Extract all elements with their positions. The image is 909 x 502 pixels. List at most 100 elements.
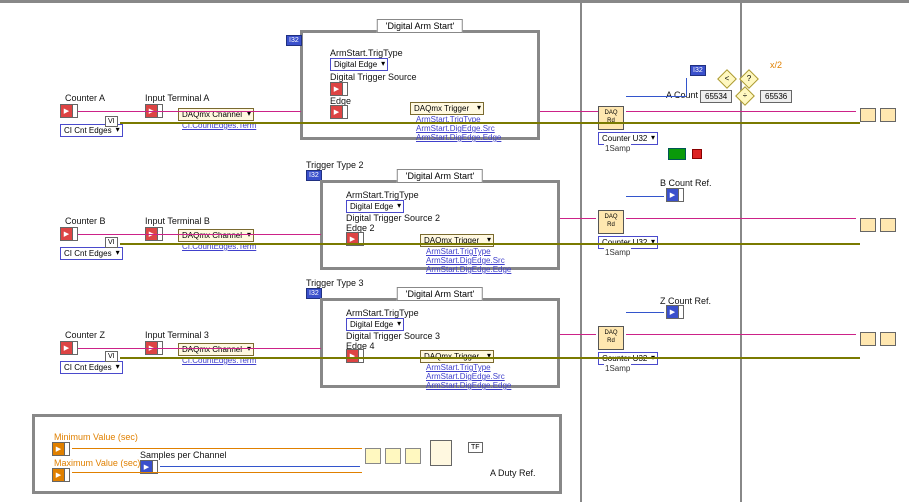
trigger-type-2-label: Trigger Type 2 <box>306 160 364 170</box>
trigger-type-3-label: Trigger Type 3 <box>306 278 364 288</box>
wire-z-task-3 <box>626 334 856 335</box>
z-count-indicator: ▶ <box>666 305 684 319</box>
ci-cnt-edges-z[interactable]: CI Cnt Edges <box>60 361 123 374</box>
samples-label: Samples per Channel <box>140 450 227 460</box>
duty-ref-label: A Duty Ref. <box>490 468 536 478</box>
i32-const-a: I32 <box>286 35 302 46</box>
b-count-indicator: ▶ <box>666 188 684 202</box>
wire-z-task-2 <box>560 334 596 335</box>
trig-source-a-label: Digital Trigger Source <box>330 72 417 82</box>
daqmx-channel-a[interactable]: DAQmx Channel <box>178 108 254 121</box>
frame-b-title: 'Digital Arm Start' <box>397 169 483 183</box>
node-2 <box>385 448 401 464</box>
digital-edge-z[interactable]: Digital Edge <box>346 318 404 331</box>
read-samp-b: 1Samp <box>604 248 631 257</box>
edge-z-control[interactable]: ▶ <box>346 349 364 363</box>
create-channel-z-vi: VI <box>105 351 118 362</box>
clear-task-b <box>860 218 876 232</box>
max-value-control[interactable]: ▶ <box>52 468 70 482</box>
i32-const-top: I32 <box>690 65 706 76</box>
diagram-canvas: Counter A ▶ CI Cnt Edges Input Terminal … <box>0 0 909 502</box>
compare-op-2: ? <box>739 69 759 89</box>
counter-b-label: Counter B <box>65 216 106 226</box>
clear-task-z <box>860 332 876 346</box>
create-channel-b-vi: VI <box>105 237 118 248</box>
trig-prop-b3: ArmStart.DigEdge.Edge <box>426 265 511 274</box>
wire-a-count-v <box>686 78 687 96</box>
error-out-a <box>880 108 896 122</box>
x-over-2: x/2 <box>770 60 782 70</box>
trig-prop-z3: ArmStart.DigEdge.Edge <box>426 381 511 390</box>
divide-op: ÷ <box>735 86 755 106</box>
trig-source-b-label: Digital Trigger Source 2 <box>346 213 440 223</box>
compare-op-1: < <box>717 69 737 89</box>
trig-prop-a3: ArmStart.DigEdge.Edge <box>416 133 501 142</box>
clear-task-a <box>860 108 876 122</box>
stop-a <box>692 149 702 159</box>
input-terminal-z-label: Input Terminal 3 <box>145 330 209 340</box>
trig-prop-z1: ArmStart.TrigType <box>426 363 491 372</box>
digital-edge-b[interactable]: Digital Edge <box>346 200 404 213</box>
trig-source-a-control[interactable]: ▶ <box>330 82 348 96</box>
wire-a-error <box>120 122 860 124</box>
daqmx-read-b: DAQRd <box>598 210 624 234</box>
bottom-frame <box>32 414 562 494</box>
wire-b-task-1 <box>78 234 321 235</box>
trig-prop-z2: ArmStart.DigEdge.Src <box>426 372 505 381</box>
node-3 <box>405 448 421 464</box>
wire-b-task-2 <box>560 218 596 219</box>
wire-z-task-1 <box>78 348 321 349</box>
trig-prop-a2: ArmStart.DigEdge.Src <box>416 124 495 133</box>
ci-cnt-edges-b[interactable]: CI Cnt Edges <box>60 247 123 260</box>
daqmx-read-z: DAQRd <box>598 326 624 350</box>
counter-a-control[interactable]: ▶ <box>60 104 78 118</box>
trig-source-z-label: Digital Trigger Source 3 <box>346 331 440 341</box>
wire-z-count <box>626 312 664 313</box>
wire-min <box>72 448 362 449</box>
wire-max <box>72 472 362 473</box>
error-out-b <box>880 218 896 232</box>
frame-z-title: 'Digital Arm Start' <box>397 287 483 301</box>
outer-top <box>0 0 909 3</box>
daqmx-read-a: DAQRd <box>598 106 624 130</box>
input-terminal-a-label: Input Terminal A <box>145 93 209 103</box>
wire-b-error <box>120 243 860 245</box>
min-value-control[interactable]: ▶ <box>52 442 70 456</box>
tf-const: TF <box>468 442 483 453</box>
daqmx-trigger-b[interactable]: DAQmx Trigger <box>420 234 494 247</box>
wire-a-count <box>626 96 686 97</box>
create-channel-a-vi: VI <box>105 116 118 127</box>
counter-z-label: Counter Z <box>65 330 105 340</box>
wire-b-task-3 <box>626 218 856 219</box>
trig-prop-b2: ArmStart.DigEdge.Src <box>426 256 505 265</box>
error-out-z <box>880 332 896 346</box>
frame-a-title: 'Digital Arm Start' <box>377 19 463 33</box>
digital-edge-a[interactable]: Digital Edge <box>330 58 388 71</box>
seq-divider-1 <box>580 0 582 502</box>
read-samp-a: 1Samp <box>604 144 631 153</box>
wire-z-error <box>120 357 860 359</box>
daqmx-trigger-a[interactable]: DAQmx Trigger <box>410 102 484 115</box>
wire-a-task-1 <box>78 111 301 112</box>
counter-b-control[interactable]: ▶ <box>60 227 78 241</box>
wire-samples <box>160 466 360 467</box>
edge-a-control[interactable]: ▶ <box>330 105 348 119</box>
armstart-trigtype-b-label: ArmStart.TrigType <box>346 190 419 200</box>
daqmx-read-bottom <box>430 440 452 466</box>
read-samp-z: 1Samp <box>604 364 631 373</box>
counter-a-label: Counter A <box>65 93 105 103</box>
input-terminal-b-label: Input Terminal B <box>145 216 210 226</box>
trig-prop-b1: ArmStart.TrigType <box>426 247 491 256</box>
daqmx-channel-b[interactable]: DAQmx Channel <box>178 229 254 242</box>
counter-z-control[interactable]: ▶ <box>60 341 78 355</box>
armstart-trigtype-z-label: ArmStart.TrigType <box>346 308 419 318</box>
b-count-label: B Count Ref. <box>660 178 712 188</box>
bottom-op-nodes <box>365 448 421 464</box>
wire-b-count <box>626 196 664 197</box>
daqmx-channel-z[interactable]: DAQmx Channel <box>178 343 254 356</box>
bool-const-a <box>668 148 686 160</box>
wire-a-task-2 <box>540 111 598 112</box>
max-value-label: Maximum Value (sec) <box>54 458 140 468</box>
armstart-trigtype-a-label: ArmStart.TrigType <box>330 48 403 58</box>
a-count-val2: 65536 <box>760 90 792 103</box>
